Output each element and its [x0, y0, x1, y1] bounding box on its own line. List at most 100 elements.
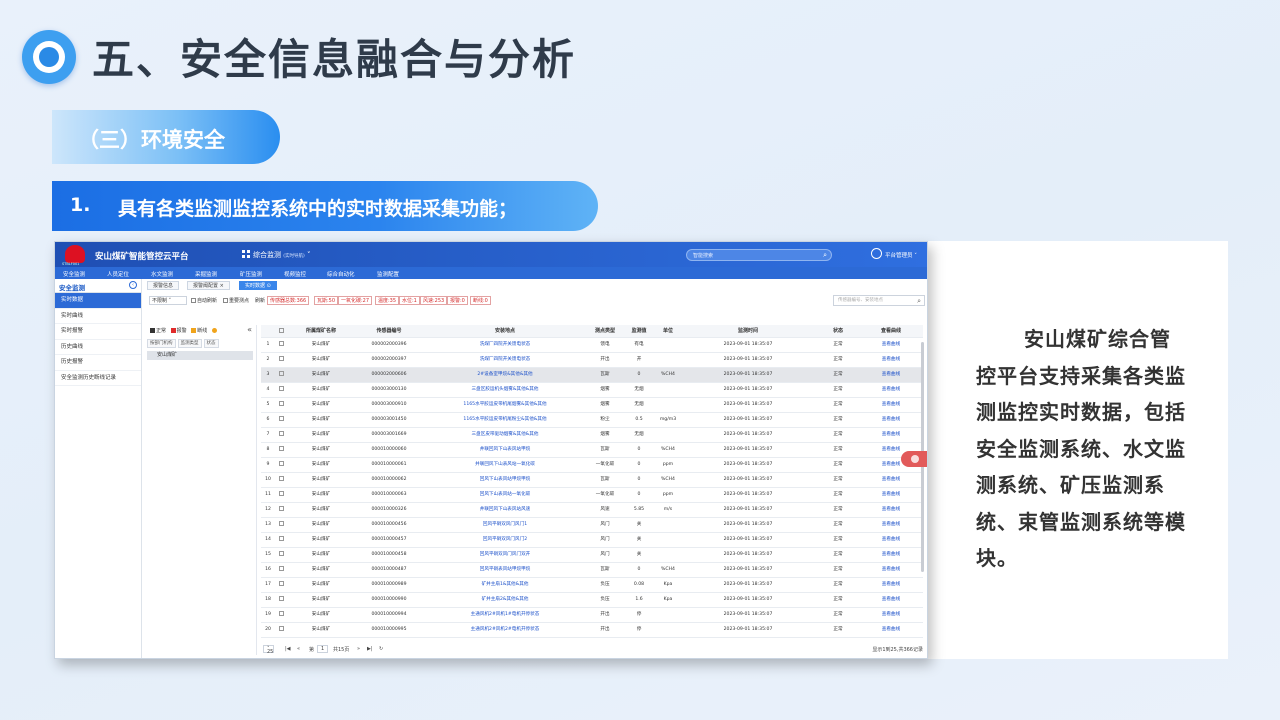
- sidebar-item-history-curve[interactable]: 历史曲线: [55, 340, 141, 355]
- search-icon[interactable]: ⌕: [917, 296, 921, 306]
- collapse-icon[interactable]: ‹: [129, 281, 137, 289]
- table-row[interactable]: 2 安山煤矿 000002000397 洗煤厂四院开关馈电状态 开出 开 2023-09-0…: [261, 353, 923, 368]
- table-row[interactable]: 16 安山煤矿 000010000487 回风平硐表风站甲烷甲烷 瓦斯 0 %CH4 2023…: [261, 563, 923, 578]
- row-checkbox[interactable]: [275, 548, 287, 562]
- row-checkbox[interactable]: [275, 518, 287, 532]
- global-search[interactable]: 智能搜索 ⌕: [686, 249, 832, 261]
- tree-tab-status[interactable]: 状态: [203, 339, 219, 348]
- table-row[interactable]: 19 安山煤矿 000010000994 主通风机2#风机1#电机开停状态 开出 停 202…: [261, 608, 923, 623]
- prev-page-icon[interactable]: «: [297, 646, 300, 652]
- row-checkbox[interactable]: [275, 533, 287, 547]
- table-row[interactable]: 5 安山煤矿 000003000910 1165水平胶运皮带机尾烟雾&其他&其他 烟雾 无…: [261, 398, 923, 413]
- table-row[interactable]: 11 安山煤矿 000010000063 回风下山表风站一氧化碳 一氧化碳 0 ppm 202…: [261, 488, 923, 503]
- nav-item-safety[interactable]: 安全监测: [63, 270, 85, 278]
- table-row[interactable]: 6 安山煤矿 000003001450 1165水平胶运皮带机尾粉尘&其他&其他 粉尘 0…: [261, 413, 923, 428]
- row-checkbox[interactable]: [275, 593, 287, 607]
- row-checkbox[interactable]: [275, 578, 287, 592]
- collapse-left-icon[interactable]: «: [247, 325, 252, 334]
- row-checkbox[interactable]: [275, 608, 287, 622]
- count-temperature[interactable]: 温度:35: [375, 296, 400, 305]
- tree-node-mine[interactable]: 安山煤矿: [147, 351, 253, 360]
- row-checkbox[interactable]: [275, 428, 287, 442]
- row-checkbox[interactable]: [275, 488, 287, 502]
- count-water-level[interactable]: 水位:1: [399, 296, 420, 305]
- row-checkbox[interactable]: [275, 398, 287, 412]
- view-curve-link[interactable]: 查看曲线: [863, 473, 919, 487]
- view-curve-link[interactable]: 查看曲线: [863, 623, 919, 637]
- table-row[interactable]: 8 安山煤矿 000010000060 井联回风下山表风站甲烷 瓦斯 0 %CH4 2023-…: [261, 443, 923, 458]
- view-curve-link[interactable]: 查看曲线: [863, 368, 919, 382]
- view-curve-link[interactable]: 查看曲线: [863, 398, 919, 412]
- tab-alarm-threshold[interactable]: 报警阈配置 ×: [187, 281, 230, 290]
- tab-realtime-data[interactable]: 实时数据 ⊙: [239, 281, 277, 290]
- tree-tab-type[interactable]: 监测类型: [177, 339, 202, 348]
- sensor-search-input[interactable]: 传感器编号、安装地点 ⌕: [833, 295, 925, 306]
- row-checkbox[interactable]: [275, 413, 287, 427]
- row-checkbox[interactable]: [275, 563, 287, 577]
- table-row[interactable]: 10 安山煤矿 000010000062 回风下山表风站甲烷甲烷 瓦斯 0 %CH4 2023…: [261, 473, 923, 488]
- table-row[interactable]: 15 安山煤矿 000010000458 回风平硐双风门风门双开 风门 关 2023-09-…: [261, 548, 923, 563]
- row-checkbox[interactable]: [275, 368, 287, 382]
- row-checkbox[interactable]: [275, 623, 287, 637]
- tree-tab-department[interactable]: 按部门机构: [147, 339, 176, 348]
- count-disconnect[interactable]: 断线:0: [470, 296, 491, 305]
- count-wind-speed[interactable]: 风速:253: [420, 296, 448, 305]
- view-curve-link[interactable]: 查看曲线: [863, 383, 919, 397]
- row-checkbox[interactable]: [275, 353, 287, 367]
- table-row[interactable]: 14 安山煤矿 000010000457 回风平硐双风门风门2 风门 关 2023-09-0…: [261, 533, 923, 548]
- table-row[interactable]: 12 安山煤矿 000010000326 井联回风下山表风站风速 风速 5.85 m/s 20…: [261, 503, 923, 518]
- count-alarm[interactable]: 报警:0: [447, 296, 468, 305]
- last-page-icon[interactable]: ▶|: [367, 646, 373, 652]
- table-row[interactable]: 3 安山煤矿 000002000606 2#设备室甲烷&其他&其他 瓦斯 0 %CH4 202…: [261, 368, 923, 383]
- view-curve-link[interactable]: 查看曲线: [863, 518, 919, 532]
- view-curve-link[interactable]: 查看曲线: [863, 593, 919, 607]
- view-curve-link[interactable]: 查看曲线: [863, 428, 919, 442]
- nav-item-automation[interactable]: 综合自动化: [327, 270, 355, 278]
- nav-item-personnel[interactable]: 人员定位: [107, 270, 129, 278]
- row-checkbox[interactable]: [275, 458, 287, 472]
- view-curve-link[interactable]: 查看曲线: [863, 503, 919, 517]
- row-checkbox[interactable]: [275, 443, 287, 457]
- table-row[interactable]: 18 安山煤矿 000010000990 矿井主扇2&其他&其他 负压 1.6 Kpa 202…: [261, 593, 923, 608]
- sidebar-item-realtime-curve[interactable]: 实时曲线: [55, 309, 141, 324]
- sidebar-item-realtime-data[interactable]: 实时数据: [55, 293, 141, 309]
- count-co[interactable]: 一氧化碳:27: [338, 296, 373, 305]
- module-switcher[interactable]: 综合监测 (实时导航) ˅: [253, 250, 310, 260]
- important-checkbox[interactable]: 重要测点: [223, 297, 249, 304]
- view-curve-link[interactable]: 查看曲线: [863, 563, 919, 577]
- table-row[interactable]: 4 安山煤矿 000003000130 三盘区胶运机头烟雾&其他&其他 烟雾 无烟 2023…: [261, 383, 923, 398]
- auto-refresh-checkbox[interactable]: 自动刷新: [191, 297, 217, 304]
- view-curve-link[interactable]: 查看曲线: [863, 608, 919, 622]
- sidebar-item-realtime-alarm[interactable]: 实时报警: [55, 324, 141, 340]
- view-curve-link[interactable]: 查看曲线: [863, 533, 919, 547]
- select-all-checkbox[interactable]: [275, 325, 287, 337]
- view-curve-link[interactable]: 查看曲线: [863, 353, 919, 367]
- row-checkbox[interactable]: [275, 383, 287, 397]
- view-curve-link[interactable]: 查看曲线: [863, 413, 919, 427]
- sidebar-item-disconnect-history[interactable]: 安全监测历史断线记录: [55, 371, 141, 386]
- row-checkbox[interactable]: [275, 338, 287, 352]
- row-checkbox[interactable]: [275, 503, 287, 517]
- table-row[interactable]: 1 安山煤矿 000002000396 洗煤厂四院开关馈电状态 馈电 有电 2023-09-…: [261, 338, 923, 353]
- next-page-icon[interactable]: »: [357, 646, 360, 652]
- table-row[interactable]: 20 安山煤矿 000010000995 主通风机2#风机2#电机开停状态 开出 停 202…: [261, 623, 923, 638]
- search-icon[interactable]: ⌕: [823, 251, 827, 260]
- nav-item-mining[interactable]: 采掘监测: [195, 270, 217, 278]
- user-avatar-icon[interactable]: [871, 248, 882, 259]
- table-row[interactable]: 17 安山煤矿 000010000989 矿井主扇1&其他&其他 负压 0.08 Kpa 20…: [261, 578, 923, 593]
- nav-item-config[interactable]: 监测配置: [377, 270, 399, 278]
- tab-alarm-info[interactable]: 报警信息: [147, 281, 180, 290]
- table-row[interactable]: 9 安山煤矿 000010000061 井联回风下山表风站一氧化碳 一氧化碳 0 ppm 20…: [261, 458, 923, 473]
- nav-item-pressure[interactable]: 矿压监测: [240, 270, 262, 278]
- nav-item-hydrology[interactable]: 水文监测: [151, 270, 173, 278]
- grid-icon[interactable]: [242, 250, 250, 258]
- refresh-icon[interactable]: ↻: [379, 646, 383, 652]
- floating-assistant-icon[interactable]: [901, 451, 927, 467]
- view-curve-link[interactable]: 查看曲线: [863, 548, 919, 562]
- refresh-link[interactable]: 刷新: [255, 297, 265, 304]
- count-sensor-total[interactable]: 传感器总数:366: [267, 296, 310, 305]
- sidebar-item-history-alarm[interactable]: 历史报警: [55, 355, 141, 371]
- view-curve-link[interactable]: 查看曲线: [863, 578, 919, 592]
- table-row[interactable]: 7 安山煤矿 000003001669 三盘区皮带驱动烟雾&其他&其他 烟雾 无烟 2023…: [261, 428, 923, 443]
- table-row[interactable]: 13 安山煤矿 000010000456 回风平硐双风门风门1 风门 关 2023-09-0…: [261, 518, 923, 533]
